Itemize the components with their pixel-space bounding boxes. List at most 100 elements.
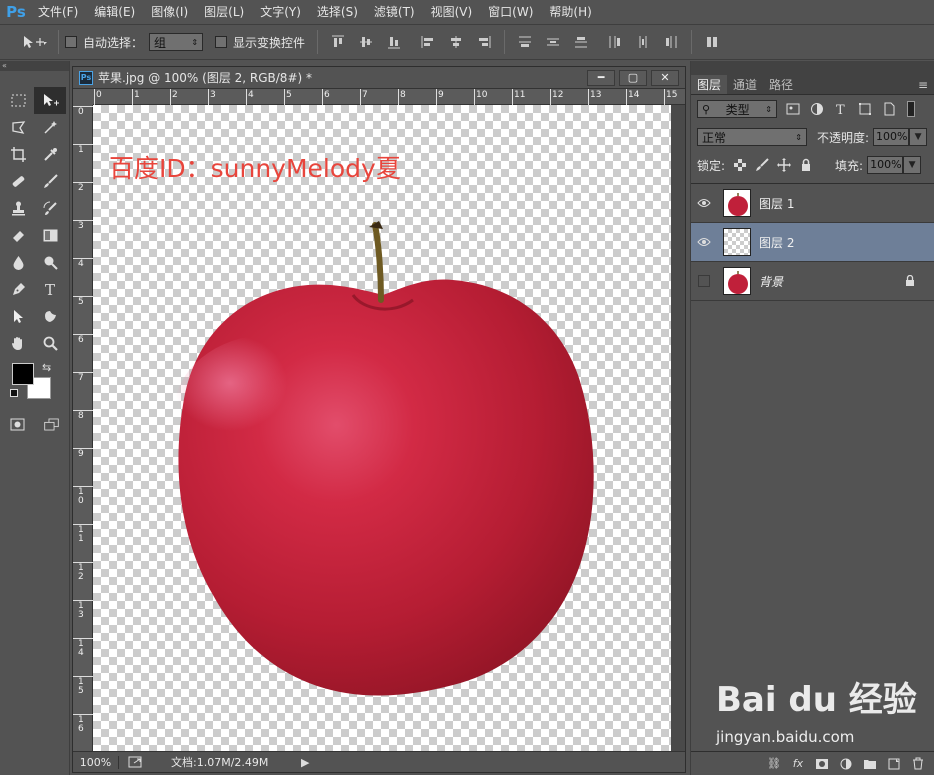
move-tool-icon[interactable] (34, 87, 66, 114)
clone-stamp-tool-icon[interactable] (2, 195, 34, 222)
layer-filter-dropdown[interactable]: ⚲ 类型 ⇕ (697, 100, 777, 118)
filter-smart-object-icon[interactable] (881, 101, 897, 117)
zoom-tool-icon[interactable] (34, 330, 66, 357)
distribute-bottom-icon[interactable] (571, 32, 591, 52)
align-hcenter-icon[interactable] (446, 32, 466, 52)
layer-row-1[interactable]: 图层 1 (691, 184, 934, 223)
status-menu-arrow-icon[interactable]: ▶ (301, 756, 309, 769)
align-vcenter-icon[interactable] (356, 32, 376, 52)
menu-edit[interactable]: 编辑(E) (86, 0, 143, 24)
tools-panel-collapse-icon[interactable]: « (0, 61, 69, 71)
menu-view[interactable]: 视图(V) (423, 0, 481, 24)
menu-window[interactable]: 窗口(W) (480, 0, 541, 24)
tab-channels[interactable]: 通道 (727, 75, 763, 94)
maximize-button[interactable]: ▢ (619, 69, 647, 86)
vertical-scrollbar[interactable] (671, 105, 685, 751)
show-transform-checkbox[interactable] (215, 36, 228, 48)
fill-input[interactable]: 100% (867, 156, 904, 174)
distribute-vcenter-icon[interactable] (543, 32, 563, 52)
filter-type-icon[interactable]: T (833, 101, 849, 117)
filter-adjustment-icon[interactable] (809, 101, 825, 117)
adjustment-layer-icon[interactable] (837, 756, 855, 772)
new-group-icon[interactable] (861, 756, 879, 772)
close-button[interactable]: ✕ (651, 69, 679, 86)
align-top-icon[interactable] (328, 32, 348, 52)
blend-mode-dropdown[interactable]: 正常 ⇕ (697, 128, 807, 146)
dodge-tool-icon[interactable] (34, 249, 66, 276)
fx-icon[interactable]: fx (789, 756, 807, 772)
magic-wand-tool-icon[interactable] (34, 114, 66, 141)
ruler-origin[interactable] (73, 89, 93, 105)
ruler-tick-mark (436, 89, 437, 105)
filter-pixel-icon[interactable] (785, 101, 801, 117)
fill-arrow-icon[interactable]: ▼ (903, 156, 922, 174)
visibility-eye-icon[interactable] (691, 198, 717, 208)
quick-mask-icon[interactable] (8, 415, 26, 433)
auto-select-checkbox[interactable] (65, 36, 77, 48)
distribute-top-icon[interactable] (515, 32, 535, 52)
horizontal-ruler[interactable]: 0 1 2 3 4 5 6 7 8 9 10 11 12 13 14 15 (93, 89, 685, 105)
canvas[interactable]: 百度ID：sunnyMelody夏 (93, 105, 671, 751)
menu-help[interactable]: 帮助(H) (541, 0, 599, 24)
menu-image[interactable]: 图像(I) (143, 0, 196, 24)
path-selection-tool-icon[interactable] (2, 303, 34, 330)
menu-filter[interactable]: 滤镜(T) (366, 0, 423, 24)
align-right-icon[interactable] (474, 32, 494, 52)
crop-tool-icon[interactable] (2, 141, 34, 168)
vertical-ruler[interactable]: 0 1 2 3 4 5 6 7 8 9 10 11 12 13 14 15 16 (73, 105, 93, 751)
eyedropper-tool-icon[interactable] (34, 141, 66, 168)
brush-tool-icon[interactable] (34, 168, 66, 195)
menu-file[interactable]: 文件(F) (30, 0, 86, 24)
tab-paths[interactable]: 路径 (763, 75, 799, 94)
healing-brush-tool-icon[interactable] (2, 168, 34, 195)
history-brush-tool-icon[interactable] (34, 195, 66, 222)
swap-colors-icon[interactable]: ⇆ (42, 361, 51, 374)
opacity-input[interactable]: 100% (873, 128, 910, 146)
menu-type[interactable]: 文字(Y) (252, 0, 309, 24)
auto-select-dropdown[interactable]: 组 ⇕ (149, 33, 204, 51)
pen-tool-icon[interactable] (2, 276, 34, 303)
lock-transparent-icon[interactable] (733, 158, 747, 172)
distribute-hcenter-icon[interactable] (633, 32, 653, 52)
opacity-arrow-icon[interactable]: ▼ (909, 128, 928, 146)
lock-all-icon[interactable] (799, 158, 813, 172)
hand-tool-icon[interactable] (2, 330, 34, 357)
export-icon[interactable] (125, 755, 147, 769)
add-mask-icon[interactable] (813, 756, 831, 772)
auto-align-icon[interactable] (702, 32, 722, 52)
screen-mode-icon[interactable] (40, 415, 62, 433)
custom-shape-tool-icon[interactable] (34, 303, 66, 330)
align-left-icon[interactable] (418, 32, 438, 52)
lock-pixels-icon[interactable] (755, 158, 769, 172)
visibility-toggle[interactable] (691, 275, 717, 287)
link-layers-icon[interactable]: ⛓ (765, 756, 783, 772)
lasso-tool-icon[interactable] (2, 114, 34, 141)
layer-row-2[interactable]: 图层 2 (691, 223, 934, 262)
distribute-left-icon[interactable] (605, 32, 625, 52)
zoom-level[interactable]: 100% (73, 755, 119, 769)
layer-row-background[interactable]: 背景 (691, 262, 934, 301)
eraser-tool-icon[interactable] (2, 222, 34, 249)
filter-shape-icon[interactable] (857, 101, 873, 117)
move-tool-preset-icon[interactable] (18, 30, 52, 54)
new-layer-icon[interactable] (885, 756, 903, 772)
panel-menu-icon[interactable]: ≡ (918, 75, 934, 94)
filter-toggle[interactable] (907, 101, 915, 117)
default-colors-icon[interactable] (10, 389, 18, 397)
menu-layer[interactable]: 图层(L) (196, 0, 252, 24)
tab-layers[interactable]: 图层 (691, 75, 728, 94)
menu-select[interactable]: 选择(S) (309, 0, 366, 24)
document-tab[interactable]: Ps 苹果.jpg @ 100% (图层 2, RGB/8#) * ━ ▢ ✕ (73, 67, 685, 89)
lock-position-icon[interactable] (777, 158, 792, 172)
align-bottom-icon[interactable] (384, 32, 404, 52)
marquee-tool-icon[interactable] (2, 87, 34, 114)
type-tool-icon[interactable]: T (34, 276, 66, 303)
lock-icon[interactable] (900, 275, 920, 287)
delete-layer-icon[interactable] (909, 756, 927, 772)
visibility-eye-icon[interactable] (691, 237, 717, 247)
distribute-right-icon[interactable] (661, 32, 681, 52)
foreground-color-swatch[interactable] (12, 363, 34, 385)
minimize-button[interactable]: ━ (587, 69, 615, 86)
gradient-tool-icon[interactable] (34, 222, 66, 249)
blur-tool-icon[interactable] (2, 249, 34, 276)
